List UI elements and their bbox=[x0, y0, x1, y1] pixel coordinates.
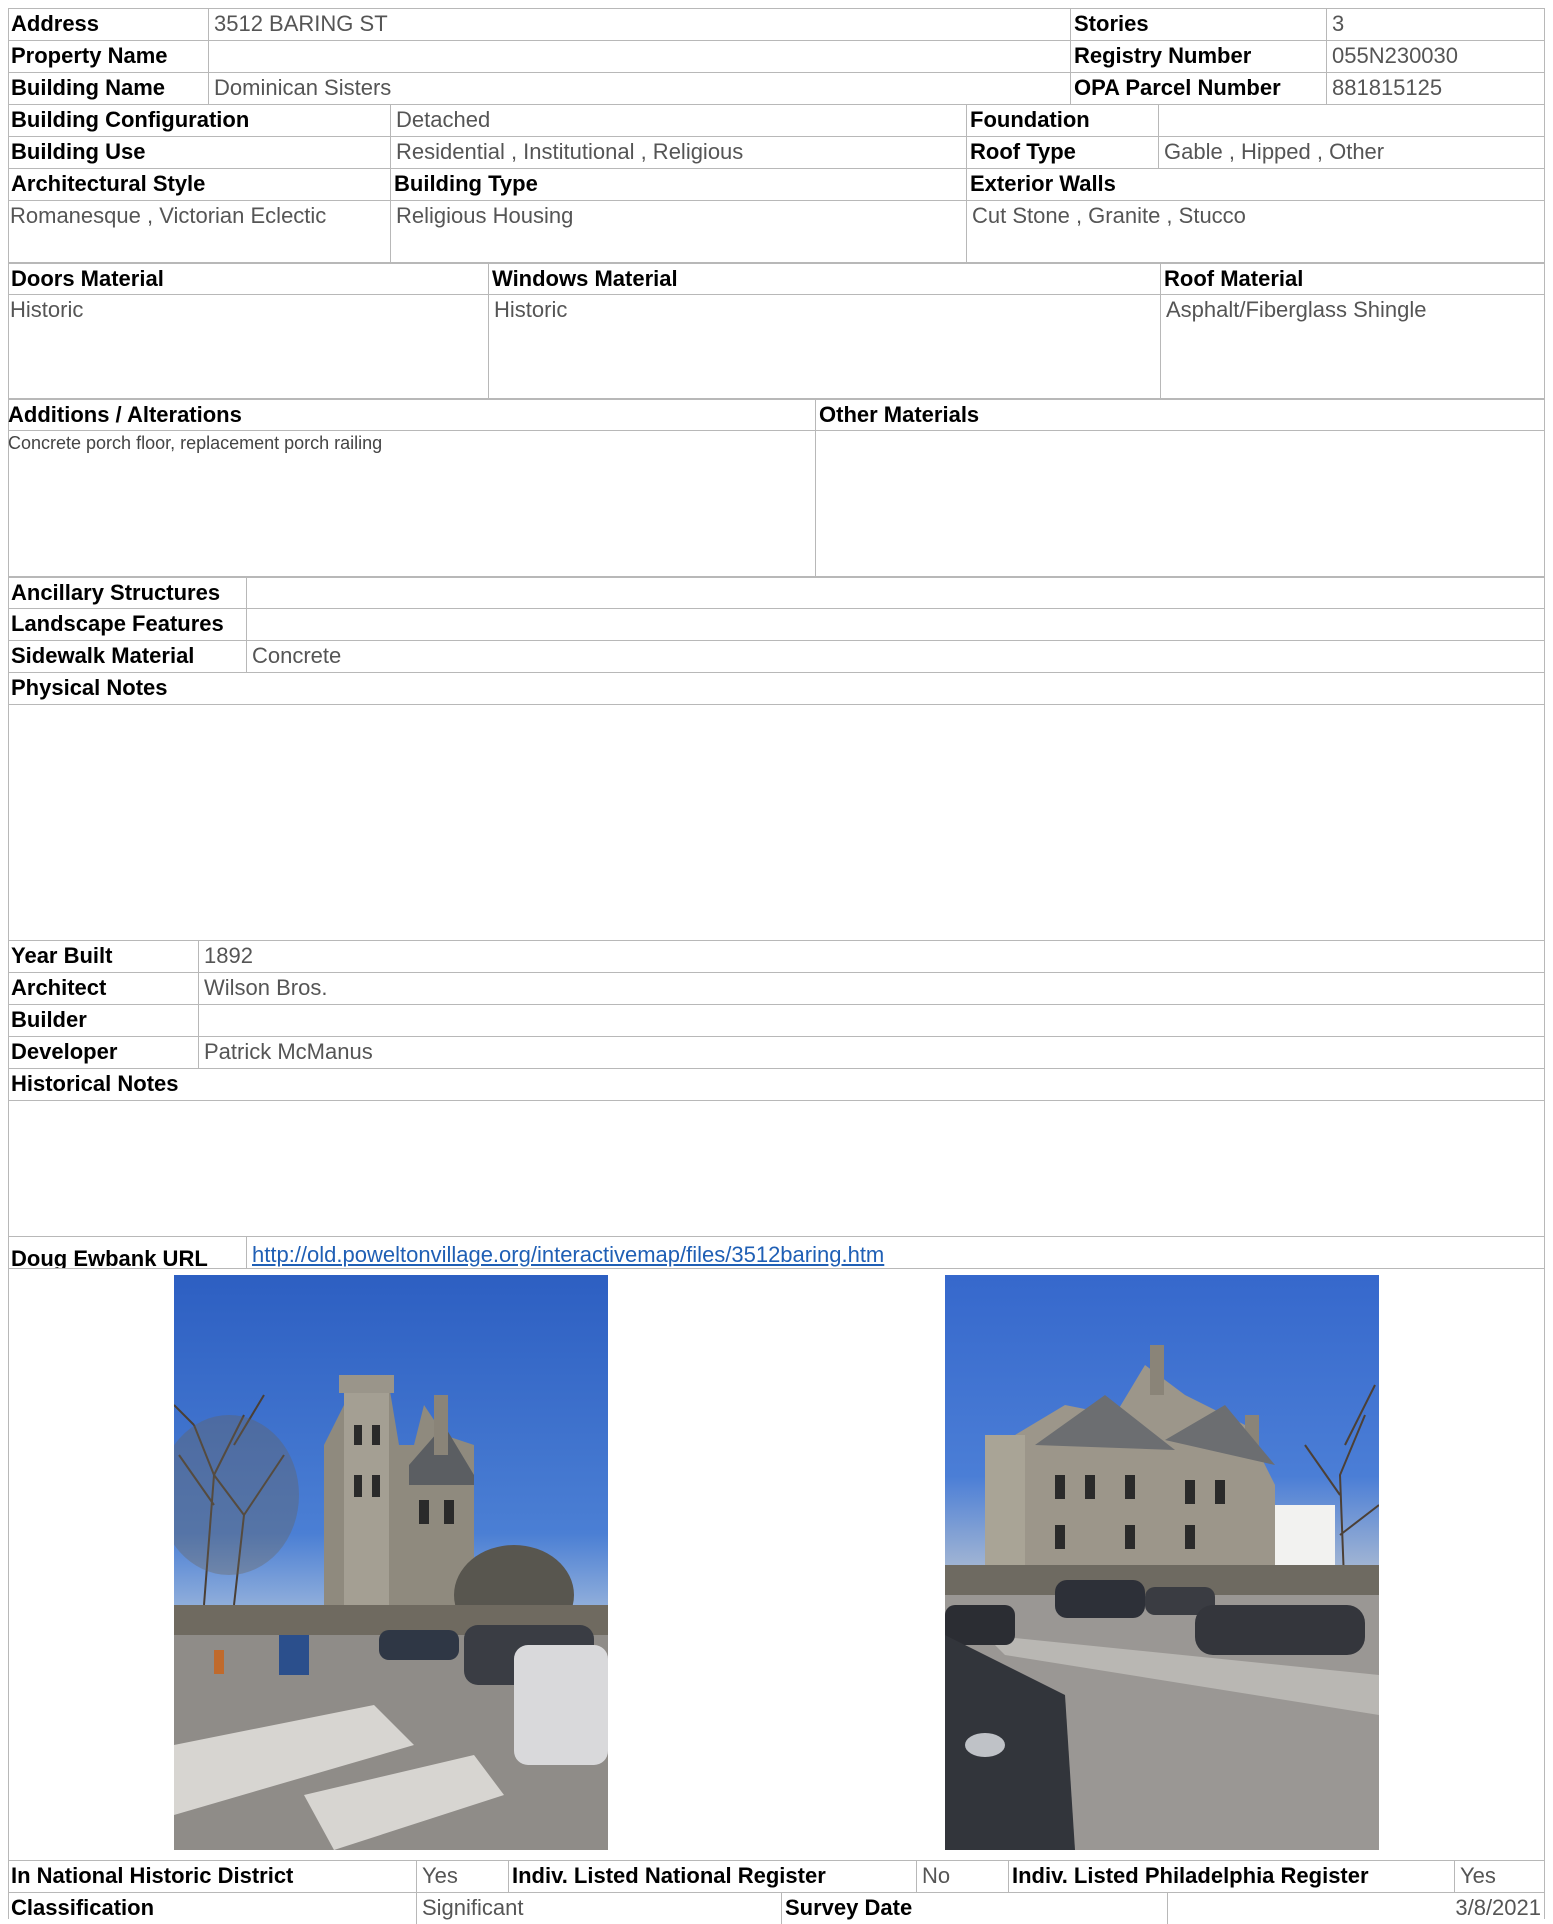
architect-value: Wilson Bros. bbox=[198, 973, 1545, 1004]
additions-label: Additions / Alterations bbox=[8, 402, 242, 427]
ewbank-cell: http://old.poweltonvillage.org/interacti… bbox=[246, 1237, 1545, 1268]
architectural-style-value: Romanesque , Victorian Eclectic bbox=[10, 203, 327, 228]
indiv-national-value: No bbox=[916, 1861, 1008, 1892]
doors-material-value: Historic bbox=[10, 297, 84, 322]
row-building-use: Building Use Residential , Institutional… bbox=[8, 136, 1545, 168]
builder-label: Builder bbox=[11, 1007, 87, 1032]
building-use-label: Building Use bbox=[11, 139, 146, 164]
ewbank-label: Doug Ewbank URL bbox=[11, 1246, 208, 1268]
row-additions-values: Concrete porch floor, replacement porch … bbox=[8, 430, 1545, 576]
row-historical-notes-header: Historical Notes bbox=[8, 1068, 1545, 1100]
sidewalk-label: Sidewalk Material bbox=[11, 643, 195, 668]
physical-notes-value bbox=[8, 705, 1545, 940]
row-material-values: Historic Historic Asphalt/Fiberglass Shi… bbox=[8, 294, 1545, 398]
landscape-value bbox=[246, 609, 1545, 640]
registry-number-value: 055N230030 bbox=[1326, 41, 1545, 72]
other-materials-value bbox=[815, 431, 1545, 576]
row-property-name: Property Name Registry Number 055N230030 bbox=[8, 40, 1545, 72]
photo-2-image bbox=[945, 1275, 1379, 1850]
row-configuration: Building Configuration Detached Foundati… bbox=[8, 104, 1545, 136]
address-value: 3512 BARING ST bbox=[208, 9, 1070, 40]
landscape-label: Landscape Features bbox=[11, 611, 224, 636]
foundation-value bbox=[1158, 105, 1545, 136]
roof-material-label: Roof Material bbox=[1160, 264, 1545, 294]
row-physical-notes-header: Physical Notes bbox=[8, 672, 1545, 704]
row-landscape: Landscape Features bbox=[8, 608, 1545, 640]
other-materials-label: Other Materials bbox=[815, 400, 1545, 430]
architectural-style-label: Architectural Style bbox=[11, 171, 206, 196]
opa-parcel-value: 881815125 bbox=[1326, 73, 1545, 104]
stories-value: 3 bbox=[1326, 9, 1545, 40]
national-district-label: In National Historic District bbox=[11, 1863, 294, 1888]
year-built-value: 1892 bbox=[198, 941, 1545, 972]
survey-date-value: 3/8/2021 bbox=[1167, 1893, 1545, 1924]
windows-material-label: Windows Material bbox=[488, 264, 1160, 294]
row-registers: In National Historic District Yes Indiv.… bbox=[8, 1860, 1545, 1892]
indiv-phila-label: Indiv. Listed Philadelphia Register bbox=[1008, 1861, 1454, 1892]
opa-parcel-label: OPA Parcel Number bbox=[1070, 73, 1326, 104]
building-type-value: Religious Housing bbox=[390, 201, 966, 262]
physical-notes-label: Physical Notes bbox=[11, 675, 168, 700]
architect-label: Architect bbox=[11, 975, 107, 1000]
foundation-label: Foundation bbox=[966, 105, 1158, 136]
building-configuration-label: Building Configuration bbox=[11, 107, 250, 132]
building-photo-1 bbox=[174, 1275, 608, 1850]
address-label: Address bbox=[11, 11, 100, 36]
row-ewbank: Doug Ewbank URL http://old.poweltonvilla… bbox=[8, 1236, 1545, 1268]
windows-material-value: Historic bbox=[488, 295, 1160, 398]
stories-label: Stories bbox=[1070, 9, 1326, 40]
ewbank-link[interactable]: http://old.poweltonvillage.org/interacti… bbox=[247, 1237, 884, 1268]
row-building-name: Building Name Dominican Sisters OPA Parc… bbox=[8, 72, 1545, 104]
row-classification: Classification Significant Survey Date 3… bbox=[8, 1892, 1545, 1924]
developer-value: Patrick McManus bbox=[198, 1037, 1545, 1068]
classification-label: Classification bbox=[11, 1895, 155, 1920]
builder-value bbox=[198, 1005, 1545, 1036]
row-material-headers: Doors Material Windows Material Roof Mat… bbox=[8, 262, 1545, 294]
historical-notes-label: Historical Notes bbox=[11, 1071, 179, 1096]
exterior-walls-value: Cut Stone , Granite , Stucco bbox=[966, 201, 1545, 262]
row-developer: Developer Patrick McManus bbox=[8, 1036, 1545, 1068]
survey-date-label: Survey Date bbox=[781, 1893, 1167, 1924]
building-name-label: Building Name bbox=[11, 75, 166, 100]
property-name-value bbox=[208, 41, 1070, 72]
doors-material-label: Doors Material bbox=[11, 266, 164, 291]
building-type-label: Building Type bbox=[390, 169, 966, 200]
sidewalk-value: Concrete bbox=[246, 641, 1545, 672]
year-built-label: Year Built bbox=[11, 943, 113, 968]
exterior-walls-label: Exterior Walls bbox=[966, 169, 1545, 200]
ancillary-label: Ancillary Structures bbox=[11, 580, 221, 605]
row-additions-headers: Additions / Alterations Other Materials bbox=[8, 398, 1545, 430]
classification-value: Significant bbox=[416, 1893, 781, 1924]
developer-label: Developer bbox=[11, 1039, 118, 1064]
photo-1-image bbox=[174, 1275, 608, 1850]
building-photo-2 bbox=[945, 1275, 1379, 1850]
roof-material-value: Asphalt/Fiberglass Shingle bbox=[1160, 295, 1545, 398]
row-historical-notes-body bbox=[8, 1100, 1545, 1236]
property-name-label: Property Name bbox=[11, 43, 168, 68]
row-year-built: Year Built 1892 bbox=[8, 940, 1545, 972]
ancillary-value bbox=[246, 578, 1545, 608]
row-address: Address 3512 BARING ST Stories 3 bbox=[8, 8, 1545, 40]
building-name-value: Dominican Sisters bbox=[208, 73, 1070, 104]
row-sidewalk: Sidewalk Material Concrete bbox=[8, 640, 1545, 672]
registry-number-label: Registry Number bbox=[1070, 41, 1326, 72]
row-ancillary: Ancillary Structures bbox=[8, 576, 1545, 608]
national-district-value: Yes bbox=[416, 1861, 508, 1892]
row-builder: Builder bbox=[8, 1004, 1545, 1036]
additions-value: Concrete porch floor, replacement porch … bbox=[8, 433, 383, 453]
indiv-phila-value: Yes bbox=[1454, 1861, 1545, 1892]
row-architect: Architect Wilson Bros. bbox=[8, 972, 1545, 1004]
historical-notes-value bbox=[8, 1101, 1545, 1236]
row-physical-notes-body bbox=[8, 704, 1545, 940]
building-configuration-value: Detached bbox=[390, 105, 966, 136]
roof-type-value: Gable , Hipped , Other bbox=[1158, 137, 1545, 168]
building-use-value: Residential , Institutional , Religious bbox=[390, 137, 966, 168]
roof-type-label: Roof Type bbox=[966, 137, 1158, 168]
row-style-values: Romanesque , Victorian Eclectic Religiou… bbox=[8, 200, 1545, 262]
row-style-headers: Architectural Style Building Type Exteri… bbox=[8, 168, 1545, 200]
indiv-national-label: Indiv. Listed National Register bbox=[508, 1861, 916, 1892]
